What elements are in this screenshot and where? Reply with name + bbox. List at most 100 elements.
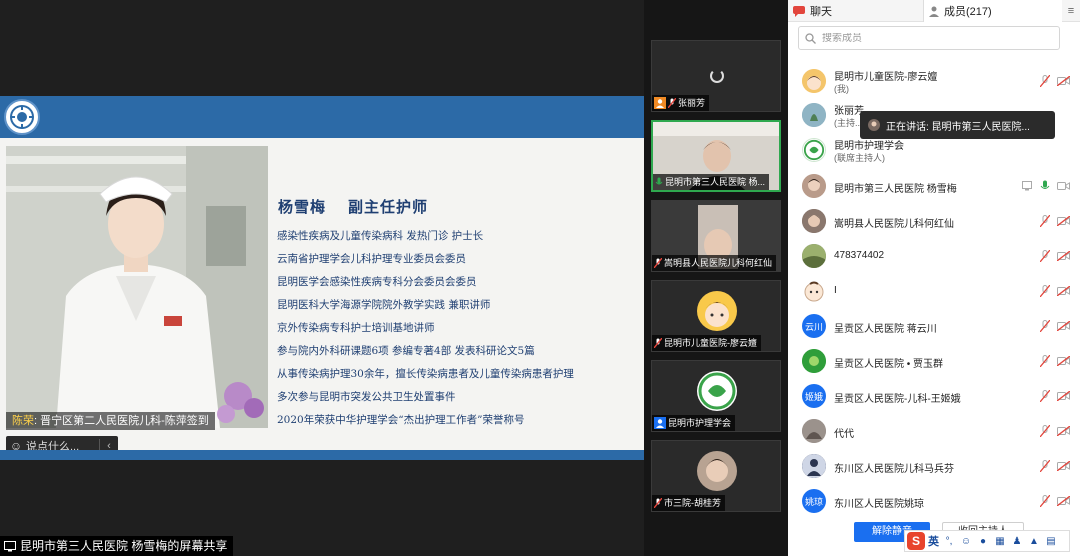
video-tile[interactable]: 嵩明县人民医院儿科何红仙	[651, 200, 781, 272]
skin-icon[interactable]: ▲	[1027, 534, 1041, 548]
user-icon[interactable]: ♟	[1010, 534, 1024, 548]
member-row[interactable]: 嵩明县人民医院儿科何红仙	[788, 204, 1080, 238]
camera-on-icon[interactable]	[1057, 181, 1070, 191]
screen-share-text: 昆明市第三人民医院 杨雪梅的屏幕共享	[20, 539, 228, 553]
member-row[interactable]: 呈贡区人民医院 • 贾玉群	[788, 344, 1080, 378]
member-name: 呈贡区人民医院-儿科-王姬娥	[834, 394, 961, 405]
mic-muted-icon[interactable]	[1040, 355, 1050, 367]
meeting-window: 陈荣: 晋宁区第二人民医院儿科-陈萍签到 ☺ 说点什么... ‹ 杨雪梅 副主任护…	[0, 0, 1080, 556]
tab-chat[interactable]: 聊天	[788, 0, 924, 22]
camera-off-icon[interactable]	[1057, 286, 1070, 296]
member-search-box[interactable]	[798, 26, 1060, 50]
mic-muted-icon[interactable]	[1040, 285, 1050, 297]
video-tile-name: 张丽芳	[678, 98, 706, 108]
bio-title: 杨雪梅 副主任护师	[278, 196, 428, 217]
mic-muted-icon	[668, 98, 676, 108]
camera-off-icon[interactable]	[1057, 496, 1070, 506]
camera-off-icon[interactable]	[1057, 321, 1070, 331]
sidebar-bottom-bar: 解除静音 收回主持人 S 英 °, ☺ ● ▦ ♟ ▲ ▤	[788, 520, 1080, 556]
video-tile-name: 市三院-胡桂芳	[664, 498, 721, 508]
ime-language-label[interactable]: 英	[928, 533, 939, 549]
member-name: 昆明市第三人民医院 杨雪梅	[834, 184, 957, 195]
member-avatar	[802, 244, 826, 268]
member-name: I	[834, 285, 837, 296]
bio-line: 京外传染病专科护士培训基地讲师	[277, 322, 435, 334]
camera-off-icon[interactable]	[1057, 216, 1070, 226]
member-row[interactable]: 代代	[788, 414, 1080, 448]
sogou-ime-icon[interactable]: S	[907, 532, 925, 550]
video-tile-label: 市三院-胡桂芳	[652, 495, 725, 511]
video-tile-active-speaker[interactable]: 昆明市第三人民医院 杨...	[651, 120, 781, 192]
grid-menu-icon[interactable]: ▤	[1044, 534, 1058, 548]
ime-toolbar[interactable]: S 英 °, ☺ ● ▦ ♟ ▲ ▤	[904, 530, 1070, 552]
member-row[interactable]: 478374402	[788, 239, 1080, 273]
member-name: 478374402	[834, 250, 885, 261]
camera-off-icon[interactable]	[1057, 251, 1070, 261]
video-tile[interactable]: 昆明市护理学会	[651, 360, 781, 432]
shared-slide: 陈荣: 晋宁区第二人民医院儿科-陈萍签到 ☺ 说点什么... ‹ 杨雪梅 副主任护…	[0, 96, 644, 460]
member-row[interactable]: 昆明市儿童医院-廖云嬗 (我)	[788, 64, 1080, 98]
camera-off-icon[interactable]	[1057, 391, 1070, 401]
mic-muted-icon[interactable]	[1040, 75, 1050, 87]
mic-muted-icon	[654, 338, 662, 348]
member-row[interactable]: 昆明市第三人民医院 杨雪梅	[788, 169, 1080, 203]
video-tile[interactable]: 张丽芳	[651, 40, 781, 112]
mic-muted-icon[interactable]	[1040, 215, 1050, 227]
chat-icon	[793, 6, 805, 17]
mic-muted-icon	[654, 498, 662, 508]
camera-off-icon[interactable]	[1057, 461, 1070, 471]
member-row[interactable]: I	[788, 274, 1080, 308]
member-name: 代代	[834, 429, 854, 440]
video-tile-label: 昆明市儿童医院-廖云嬗	[652, 335, 761, 351]
punctuation-icon[interactable]: °,	[942, 534, 956, 548]
voice-input-icon[interactable]: ●	[976, 534, 990, 548]
video-tile-name: 嵩明县人民医院儿科何红仙	[664, 258, 773, 268]
mic-muted-icon[interactable]	[1040, 320, 1050, 332]
bio-line: 多次参与昆明市突发公共卫生处置事件	[277, 391, 456, 403]
member-row[interactable]: 云川 呈贡区人民医院 蒋云川	[788, 309, 1080, 343]
member-name: 昆明市护理学会	[834, 141, 904, 152]
sidebar-menu-icon[interactable]: ≡	[1062, 0, 1080, 22]
member-row[interactable]: 东川区人民医院儿科马兵芬	[788, 449, 1080, 483]
member-name: 嵩明县人民医院儿科何红仙	[834, 219, 954, 230]
camera-off-icon[interactable]	[1057, 76, 1070, 86]
mic-muted-icon[interactable]	[1040, 425, 1050, 437]
mic-muted-icon[interactable]	[1040, 495, 1050, 507]
loading-spinner-icon	[710, 69, 724, 83]
mic-active-icon[interactable]	[1040, 180, 1050, 192]
member-avatar	[802, 349, 826, 373]
bio-line: 云南省护理学会儿科护理专业委员会委员	[277, 253, 466, 265]
member-avatar	[802, 138, 826, 162]
video-tile-column: 张丽芳 昆明市第三人民医院 杨... 嵩明县人民医院儿科何红仙 昆明市儿童医院-…	[644, 0, 788, 556]
video-tile-name: 昆明市第三人民医院 杨...	[665, 177, 766, 187]
camera-off-icon[interactable]	[1057, 426, 1070, 436]
member-role: (我)	[834, 84, 849, 94]
member-avatar	[802, 174, 826, 198]
tab-members[interactable]: 成员(217)	[924, 0, 1062, 22]
mic-muted-icon[interactable]	[1040, 390, 1050, 402]
member-search-input[interactable]	[822, 32, 1042, 44]
video-tile-label: 昆明市第三人民医院 杨...	[653, 174, 770, 190]
member-name: 东川区人民医院姚琼	[834, 499, 924, 510]
member-avatar	[802, 69, 826, 93]
video-tile[interactable]: 昆明市儿童医院-廖云嬗	[651, 280, 781, 352]
member-name: 呈贡区人民医院 蒋云川	[834, 324, 937, 335]
screen-share-status-icon	[1022, 181, 1032, 191]
members-sidebar: 聊天 成员(217) ≡ 昆明市儿童医院-廖云嬗 (我)	[788, 0, 1080, 556]
emoji-icon[interactable]: ☺	[959, 534, 973, 548]
video-tile[interactable]: 市三院-胡桂芳	[651, 440, 781, 512]
member-row[interactable]: 姚琼 东川区人民医院姚琼	[788, 484, 1080, 518]
speaker-avatar-icon	[868, 119, 880, 131]
camera-off-icon[interactable]	[1057, 356, 1070, 366]
member-name: 呈贡区人民医院 • 贾玉群	[834, 359, 944, 370]
member-avatar: 姚琼	[802, 489, 826, 513]
mic-muted-icon[interactable]	[1040, 460, 1050, 472]
cohost-icon	[654, 417, 666, 429]
keyboard-icon[interactable]: ▦	[993, 534, 1007, 548]
bio-line: 昆明医科大学海源学院院外教学实践 兼职讲师	[277, 299, 491, 311]
tab-members-label: 成员(217)	[944, 6, 992, 18]
bio-line: 从事传染病护理30余年，擅长传染病患者及儿童传染病患者护理	[277, 368, 574, 380]
member-row[interactable]: 姬娥 呈贡区人民医院-儿科-王姬娥	[788, 379, 1080, 413]
mic-muted-icon[interactable]	[1040, 250, 1050, 262]
member-avatar: 云川	[802, 314, 826, 338]
